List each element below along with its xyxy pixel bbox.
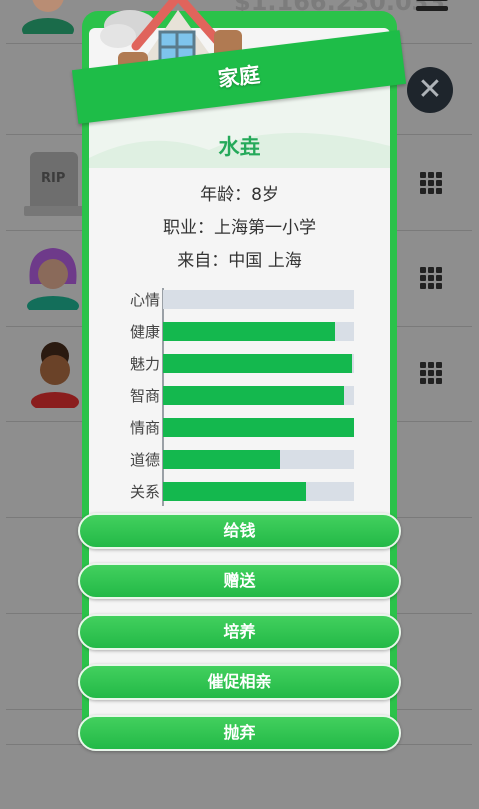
abandon-button[interactable]: 抛弃: [78, 715, 401, 751]
stat-label-iq: 智商: [129, 387, 160, 405]
grid-icon[interactable]: [420, 267, 442, 289]
stat-bar-iq: [163, 386, 354, 405]
stat-fill-eq: [163, 418, 354, 437]
stat-fill-health: [163, 322, 335, 341]
stat-fill-charm: [163, 354, 353, 373]
give-money-button[interactable]: 给钱: [78, 513, 401, 549]
person-origin: 来自：中国 上海: [177, 251, 302, 271]
menu-icon[interactable]: [416, 0, 448, 16]
stat-bar-health: [163, 322, 354, 341]
stat-bar-charm: [163, 354, 354, 373]
grid-icon[interactable]: [420, 172, 442, 194]
person-age: 年龄：8岁: [200, 185, 279, 205]
stat-fill-iq: [163, 386, 345, 405]
grave-base: [24, 206, 84, 216]
stat-bar-eq: [163, 418, 354, 437]
person-name: 水垚: [218, 135, 261, 159]
nurture-button[interactable]: 培养: [78, 614, 401, 650]
close-icon[interactable]: ✕: [407, 67, 453, 113]
stat-label-mood: 心情: [129, 291, 160, 309]
stat-bar-relationship: [163, 482, 354, 501]
stat-bar-mood: [163, 290, 354, 309]
stat-fill-relationship: [163, 482, 307, 501]
stat-label-relationship: 关系: [129, 483, 160, 501]
urge-dating-button[interactable]: 催促相亲: [78, 664, 401, 700]
grave-label: RIP: [41, 171, 66, 186]
avatar: [22, 0, 74, 34]
gift-button[interactable]: 赠送: [78, 563, 401, 599]
stat-label-eq: 情商: [129, 419, 160, 437]
person-job: 职业：上海第一小学: [163, 218, 316, 238]
grid-icon[interactable]: [420, 362, 442, 384]
stat-fill-morality: [163, 450, 280, 469]
stat-label-health: 健康: [129, 323, 160, 341]
avatar: [31, 342, 79, 408]
avatar: [27, 248, 79, 310]
stat-bar-morality: [163, 450, 354, 469]
stat-label-charm: 魅力: [129, 355, 160, 373]
stat-label-morality: 道德: [129, 451, 160, 469]
